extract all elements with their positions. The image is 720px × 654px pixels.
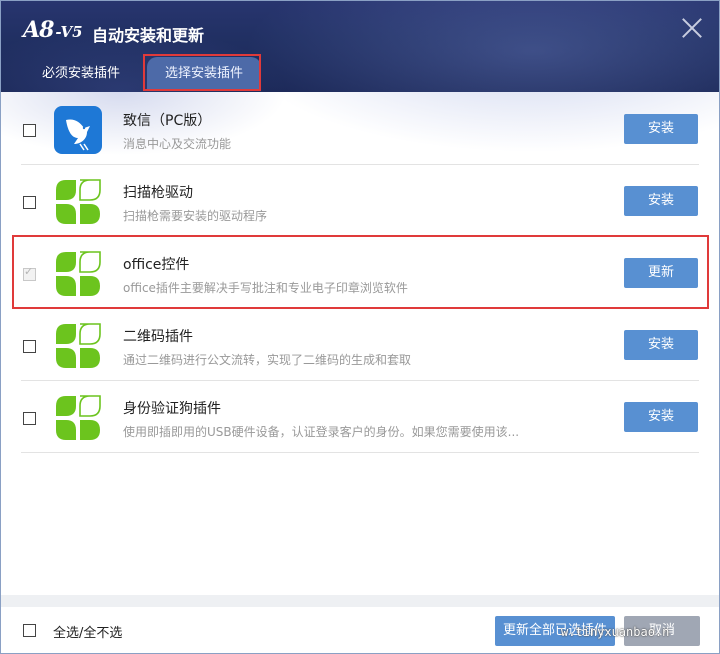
leaf-icon (54, 322, 102, 370)
leaf-icon (54, 178, 102, 226)
plugin-name: 二维码插件 (123, 329, 193, 345)
tab-highlight-box (143, 54, 261, 91)
bird-icon (54, 106, 102, 154)
row-divider (21, 452, 699, 453)
install-update-dialog: A8 -V5 自动安装和更新 必须安装插件 选择安装插件 致信（PC版） 消息中心… (0, 0, 720, 654)
window-title: 自动安装和更新 (92, 26, 205, 45)
row-highlight-box (12, 235, 709, 309)
install-button[interactable]: 安装 (624, 402, 698, 432)
plugin-checkbox[interactable] (23, 340, 36, 353)
plugin-description: 消息中心及交流功能 (123, 137, 232, 151)
plugin-row-usbkey: 身份验证狗插件 使用即插即用的USB硬件设备，认证登录客户的身份。如果您需要使用… (1, 381, 719, 453)
plugin-description: 使用即插即用的USB硬件设备，认证登录客户的身份。如果您需要使用该... (123, 425, 520, 439)
a8-logo: A8 -V5 (23, 17, 83, 43)
select-all-checkbox[interactable] (23, 624, 36, 637)
plugin-name: 扫描枪驱动 (123, 185, 193, 201)
plugin-row-qrcode: 二维码插件 通过二维码进行公文流转，实现了二维码的生成和套取 安装 (1, 309, 719, 381)
select-all-label: 全选/全不选 (53, 626, 123, 641)
close-icon[interactable] (681, 17, 703, 39)
plugin-checkbox[interactable] (23, 196, 36, 209)
install-button[interactable]: 安装 (624, 186, 698, 216)
install-button[interactable]: 安装 (624, 330, 698, 360)
leaf-icon (54, 394, 102, 442)
watermark-text: w.tinyxuanbao.n (561, 625, 670, 639)
plugin-description: 通过二维码进行公文流转，实现了二维码的生成和套取 (123, 353, 412, 367)
plugin-name: 身份验证狗插件 (123, 401, 221, 417)
plugin-name: 致信（PC版） (123, 113, 212, 129)
plugin-row-scanner: 扫描枪驱动 扫描枪需要安装的驱动程序 安装 (1, 165, 719, 237)
install-button[interactable]: 安装 (624, 114, 698, 144)
plugin-checkbox[interactable] (23, 412, 36, 425)
footer-divider (1, 595, 719, 607)
title-bar: A8 -V5 自动安装和更新 必须安装插件 选择安装插件 (1, 1, 719, 161)
plugin-row-zhixin: 致信（PC版） 消息中心及交流功能 安装 (1, 93, 719, 165)
plugin-checkbox[interactable] (23, 124, 36, 137)
tab-required-plugins[interactable]: 必须安装插件 (29, 57, 133, 91)
plugin-description: 扫描枪需要安装的驱动程序 (123, 209, 268, 223)
